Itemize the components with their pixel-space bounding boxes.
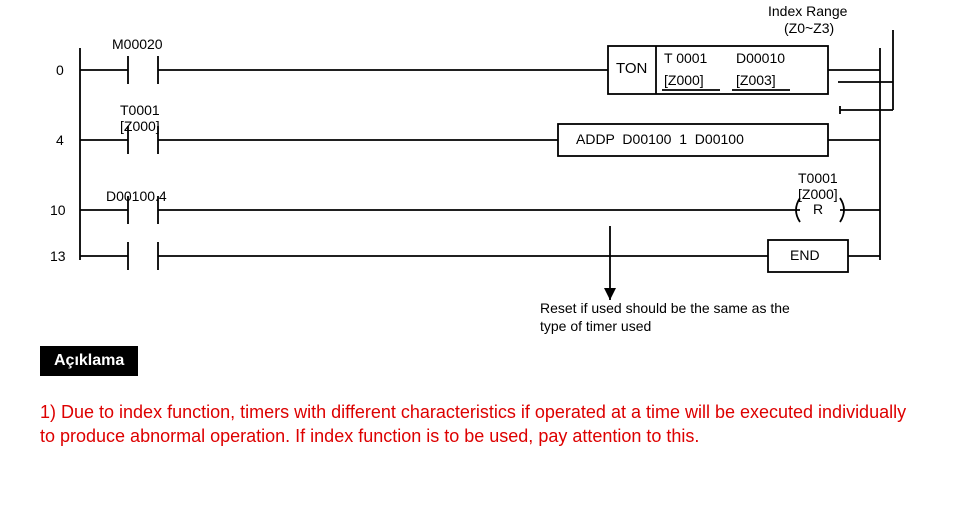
ton-index: [Z003] xyxy=(736,72,776,88)
end-label: END xyxy=(790,247,820,263)
instruction-text: ADDP D00100 1 D00100 xyxy=(576,131,744,147)
coil-symbol: R xyxy=(813,201,823,217)
index-range-label: Index Range xyxy=(768,3,847,19)
note-line: type of timer used xyxy=(540,318,651,334)
contact-label: T0001 xyxy=(120,102,160,118)
contact-label: M00020 xyxy=(112,36,163,52)
index-range-value: (Z0~Z3) xyxy=(784,20,834,36)
instruction-label: TON xyxy=(616,60,647,77)
rung-number: 4 xyxy=(56,132,64,148)
coil-label: T0001 xyxy=(798,170,838,186)
rung-number: 10 xyxy=(50,202,66,218)
ton-operand: D00010 xyxy=(736,50,785,66)
note-line: Reset if used should be the same as the xyxy=(540,300,790,316)
rung-number: 13 xyxy=(50,248,66,264)
ladder-diagram: Index Range (Z0~Z3) 0 4 10 13 M00020 TON… xyxy=(0,0,960,507)
coil-index: [Z000] xyxy=(798,186,838,202)
contact-label: D00100.4 xyxy=(106,188,167,204)
ton-operand: T 0001 xyxy=(664,50,707,66)
description-title: Açıklama xyxy=(40,346,138,376)
rung-number: 0 xyxy=(56,62,64,78)
ton-index: [Z000] xyxy=(664,72,704,88)
contact-index: [Z000] xyxy=(120,118,160,134)
description-body: 1) Due to index function, timers with di… xyxy=(40,400,920,449)
